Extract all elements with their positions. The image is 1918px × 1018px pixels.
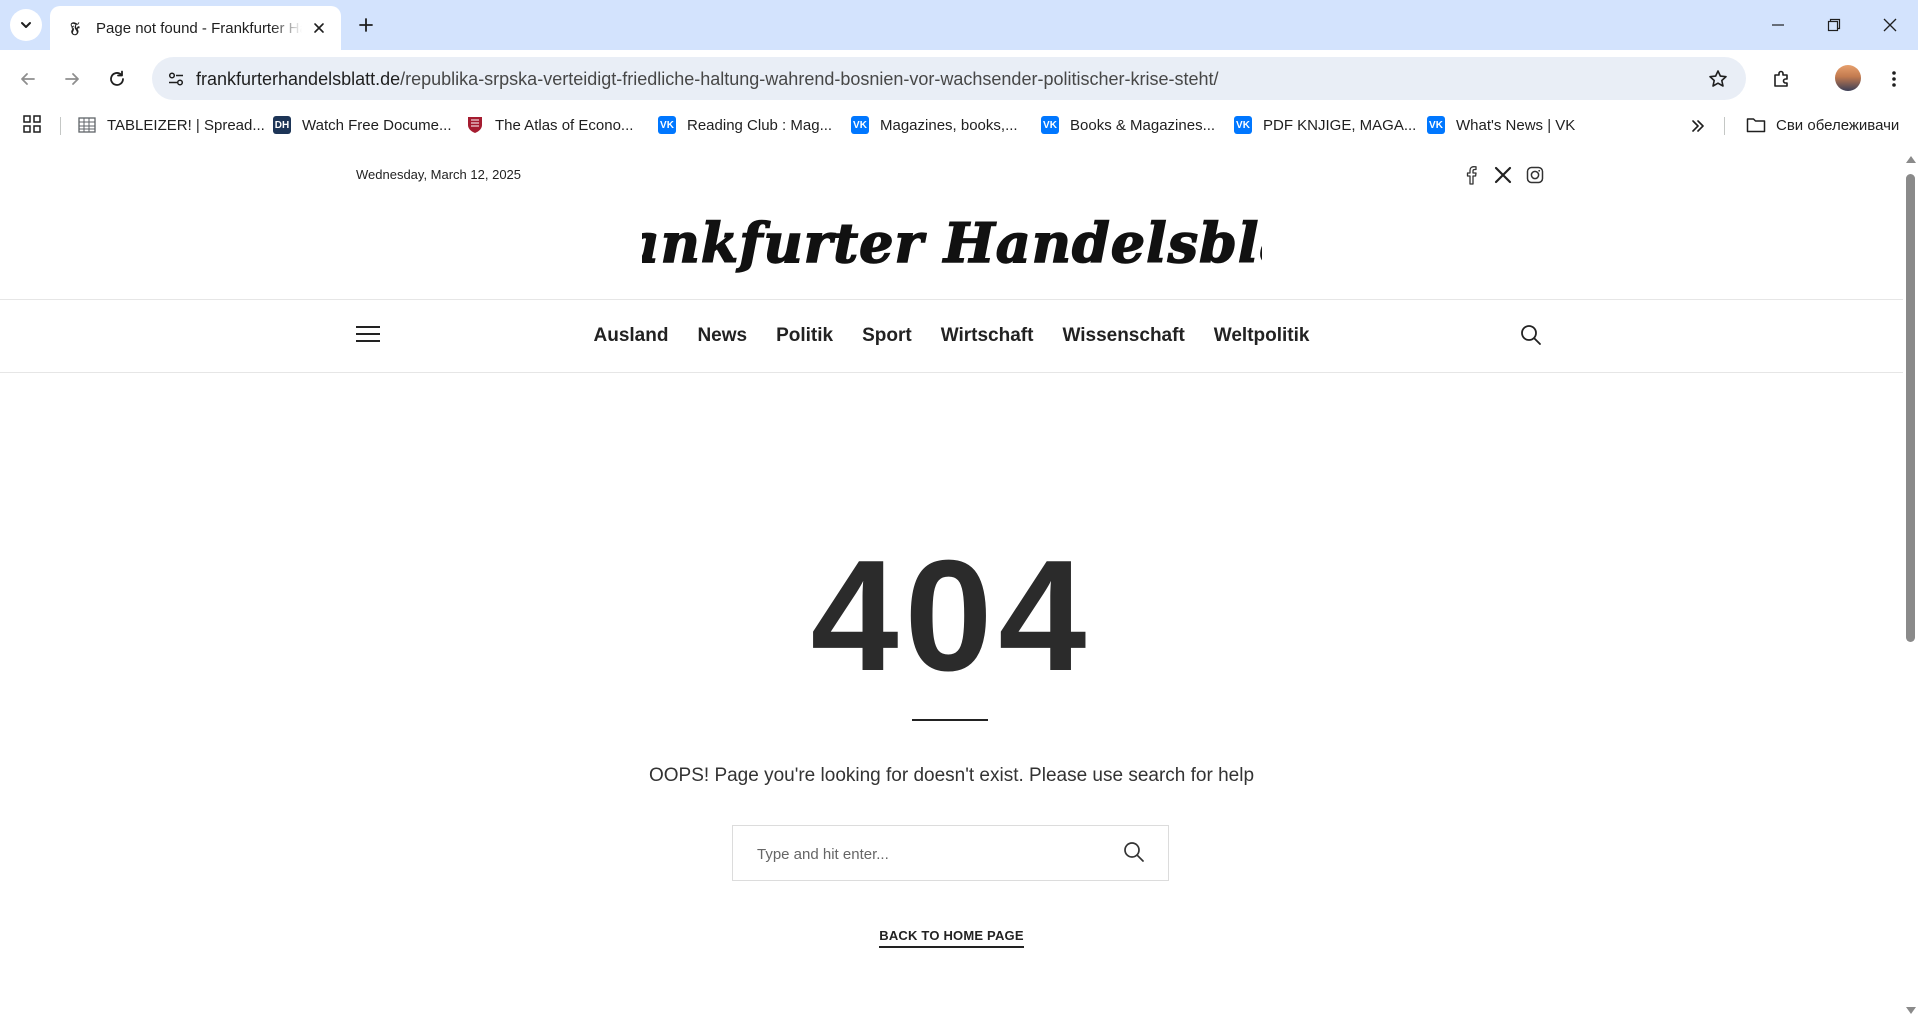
search-icon[interactable] [1123,841,1147,865]
url-host: frankfurterhandelsblatt.de [196,69,401,89]
table-icon [78,116,96,134]
tab-strip: 𝔉 Page not found - Frankfurter Handelsbl… [0,0,1918,50]
scroll-thumb[interactable] [1906,174,1915,642]
reload-button[interactable] [101,63,133,95]
close-icon[interactable] [309,18,329,38]
url-path: /republika-srpska-verteidigt-friedliche-… [400,69,1219,89]
bookmark-item[interactable]: DH Watch Free Docume... [273,113,452,137]
bookmark-label: PDF KNJIGE, MAGA... [1263,116,1417,134]
more-vert-icon [1892,71,1896,87]
search-form [732,825,1169,881]
bookmarks-bar: TABLEIZER! | Spread... DH Watch Free Doc… [0,108,1918,142]
bookmarks-separator [1724,117,1725,135]
bookmark-item[interactable]: VK Books & Magazines... [1041,113,1215,137]
bookmark-item[interactable]: VK What's News | VK [1427,113,1575,137]
bookmark-label: The Atlas of Econo... [495,116,634,134]
scroll-up-arrow-icon[interactable] [1906,156,1916,163]
arrow-right-icon [65,73,79,85]
nav-item-wirtschaft[interactable]: Wirtschaft [941,325,1034,347]
folder-icon [1746,118,1766,133]
instagram-icon[interactable] [1524,164,1546,186]
nav-item-weltpolitik[interactable]: Weltpolitik [1214,325,1310,347]
vk-icon: VK [1234,116,1252,134]
tune-icon [168,72,184,86]
nav-item-news[interactable]: News [697,325,747,347]
facebook-icon[interactable] [1460,164,1482,186]
forward-button[interactable] [56,63,88,95]
url-text: frankfurterhandelsblatt.de/republika-srp… [196,69,1219,90]
minimize-button[interactable] [1750,0,1806,50]
bookmarks-separator [60,117,61,135]
scroll-down-arrow-icon[interactable] [1906,1007,1916,1014]
site-info-button[interactable] [160,63,192,95]
bookmark-label: What's News | VK [1456,116,1576,134]
tab-favicon-icon: 𝔉 [70,19,80,37]
restore-button[interactable] [1806,0,1862,50]
browser-menu-button[interactable] [1878,63,1910,95]
masthead-title: Frankfurter Handelsblatt [642,211,1262,275]
star-icon [1709,70,1727,87]
nav-item-wissenschaft[interactable]: Wissenschaft [1062,325,1184,347]
tab-search-button[interactable] [10,9,42,41]
error-message: OOPS! Page you're looking for doesn't ex… [648,765,1255,786]
bookmark-item[interactable]: The Atlas of Econo... [466,113,633,137]
vk-icon: VK [658,116,676,134]
apps-icon[interactable] [22,114,44,136]
dh-icon: DH [273,116,291,134]
error-code: 404 [810,528,1093,704]
bookmark-item[interactable]: TABLEIZER! | Spread... [78,113,265,137]
main-navigation: Ausland News Politik Sport Wirtschaft Wi… [0,299,1903,373]
vk-icon: VK [851,116,869,134]
bookmark-item[interactable]: VK Magazines, books,... [851,113,1018,137]
divider [912,719,988,721]
bookmark-label: Reading Club : Mag... [687,116,833,134]
tab-active[interactable]: 𝔉 Page not found - Frankfurter Handelsbl… [50,6,341,50]
vk-icon: VK [1041,116,1059,134]
shield-icon [466,116,484,134]
extensions-button[interactable] [1766,63,1798,95]
bookmark-item[interactable]: VK Reading Club : Mag... [658,113,832,137]
header-date: Wednesday, March 12, 2025 [356,167,522,182]
tab-title: Page not found - Frankfurter Handelsblat… [96,19,302,37]
bookmark-label: TABLEIZER! | Spread... [107,116,265,134]
profile-avatar[interactable] [1835,65,1861,91]
double-chevron-right-icon [1692,120,1704,132]
masthead-logo[interactable]: Frankfurter Handelsblatt [0,202,1903,282]
nav-menu: Ausland News Politik Sport Wirtschaft Wi… [0,300,1903,372]
address-bar[interactable]: frankfurterhandelsblatt.de/republika-srp… [152,57,1746,100]
web-page: Wednesday, March 12, 2025 Frankfurter Ha… [0,142,1903,1018]
all-bookmarks-folder[interactable]: Сви обележивачи [1746,113,1899,137]
nav-item-politik[interactable]: Politik [776,325,833,347]
search-icon[interactable] [1520,324,1544,348]
minimize-icon [1772,24,1784,26]
bookmark-label: Magazines, books,... [880,116,1018,134]
bookmark-item[interactable]: VK PDF KNJIGE, MAGA... [1234,113,1416,137]
search-input[interactable] [757,843,1097,865]
browser-toolbar: frankfurterhandelsblatt.de/republika-srp… [0,50,1918,108]
back-button[interactable] [12,63,44,95]
nav-item-sport[interactable]: Sport [862,325,912,347]
page-scrollbar[interactable] [1903,142,1918,1018]
nav-item-ausland[interactable]: Ausland [594,325,669,347]
back-to-home-link[interactable]: BACK TO HOME PAGE [879,928,1024,948]
arrow-left-icon [21,73,35,85]
bookmarks-folder-label: Сви обележивачи [1776,116,1900,134]
x-twitter-icon[interactable] [1492,164,1514,186]
close-icon [1883,18,1897,32]
reload-icon [110,70,124,86]
close-window-button[interactable] [1862,0,1918,50]
more-bookmarks-button[interactable] [1686,114,1710,138]
browser-window: 𝔉 Page not found - Frankfurter Handelsbl… [0,0,1918,1018]
new-tab-button[interactable] [352,11,380,39]
bookmark-star-button[interactable] [1704,65,1732,93]
bookmark-label: Watch Free Docume... [302,116,452,134]
bookmark-label: Books & Magazines... [1070,116,1216,134]
vk-icon: VK [1427,116,1445,134]
puzzle-icon [1774,70,1788,87]
plus-icon [359,18,373,32]
chevron-down-icon [21,22,31,28]
restore-icon [1827,18,1841,32]
back-home-container: BACK TO HOME PAGE [0,927,1903,948]
